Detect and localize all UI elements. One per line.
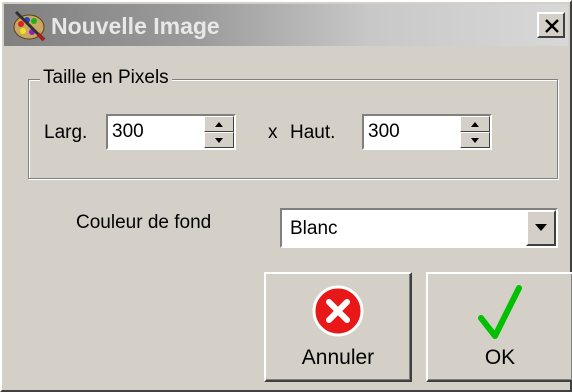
close-icon <box>545 19 559 33</box>
width-increment-button[interactable] <box>204 116 234 132</box>
height-increment-button[interactable] <box>460 116 490 132</box>
cancel-button[interactable]: Annuler <box>264 272 412 382</box>
height-spinbox[interactable]: 300 <box>362 114 492 150</box>
background-color-value: Blanc <box>290 218 338 239</box>
new-image-dialog: Nouvelle Image Taille en Pixels Larg. 30… <box>0 0 572 392</box>
green-checkmark-icon <box>478 285 522 339</box>
height-value[interactable]: 300 <box>368 121 400 143</box>
arrow-down-icon <box>471 138 479 143</box>
arrow-up-icon <box>471 122 479 127</box>
arrow-up-icon <box>215 122 223 127</box>
height-decrement-button[interactable] <box>460 132 490 148</box>
title-bar[interactable]: Nouvelle Image <box>4 4 568 46</box>
background-color-label: Couleur de fond <box>76 212 212 233</box>
dimension-separator: x <box>268 122 278 143</box>
width-value[interactable]: 300 <box>112 121 144 143</box>
palette-brush-icon <box>13 10 46 42</box>
window-title: Nouvelle Image <box>51 13 220 39</box>
cancel-button-label: Annuler <box>301 346 375 369</box>
chevron-down-icon <box>535 224 547 231</box>
width-spinbox[interactable]: 300 <box>106 114 236 150</box>
pixel-size-group-label: Taille en Pixels <box>40 67 172 89</box>
dropdown-button[interactable] <box>526 210 556 246</box>
width-label: Larg. <box>44 122 88 143</box>
background-color-select[interactable]: Blanc <box>280 208 558 248</box>
red-x-circle-icon <box>312 285 364 337</box>
width-decrement-button[interactable] <box>204 132 234 148</box>
arrow-down-icon <box>215 138 223 143</box>
ok-button-label: OK <box>484 346 516 369</box>
height-label: Haut. <box>290 122 336 143</box>
close-button[interactable] <box>537 12 565 38</box>
ok-button[interactable]: OK <box>426 272 572 382</box>
